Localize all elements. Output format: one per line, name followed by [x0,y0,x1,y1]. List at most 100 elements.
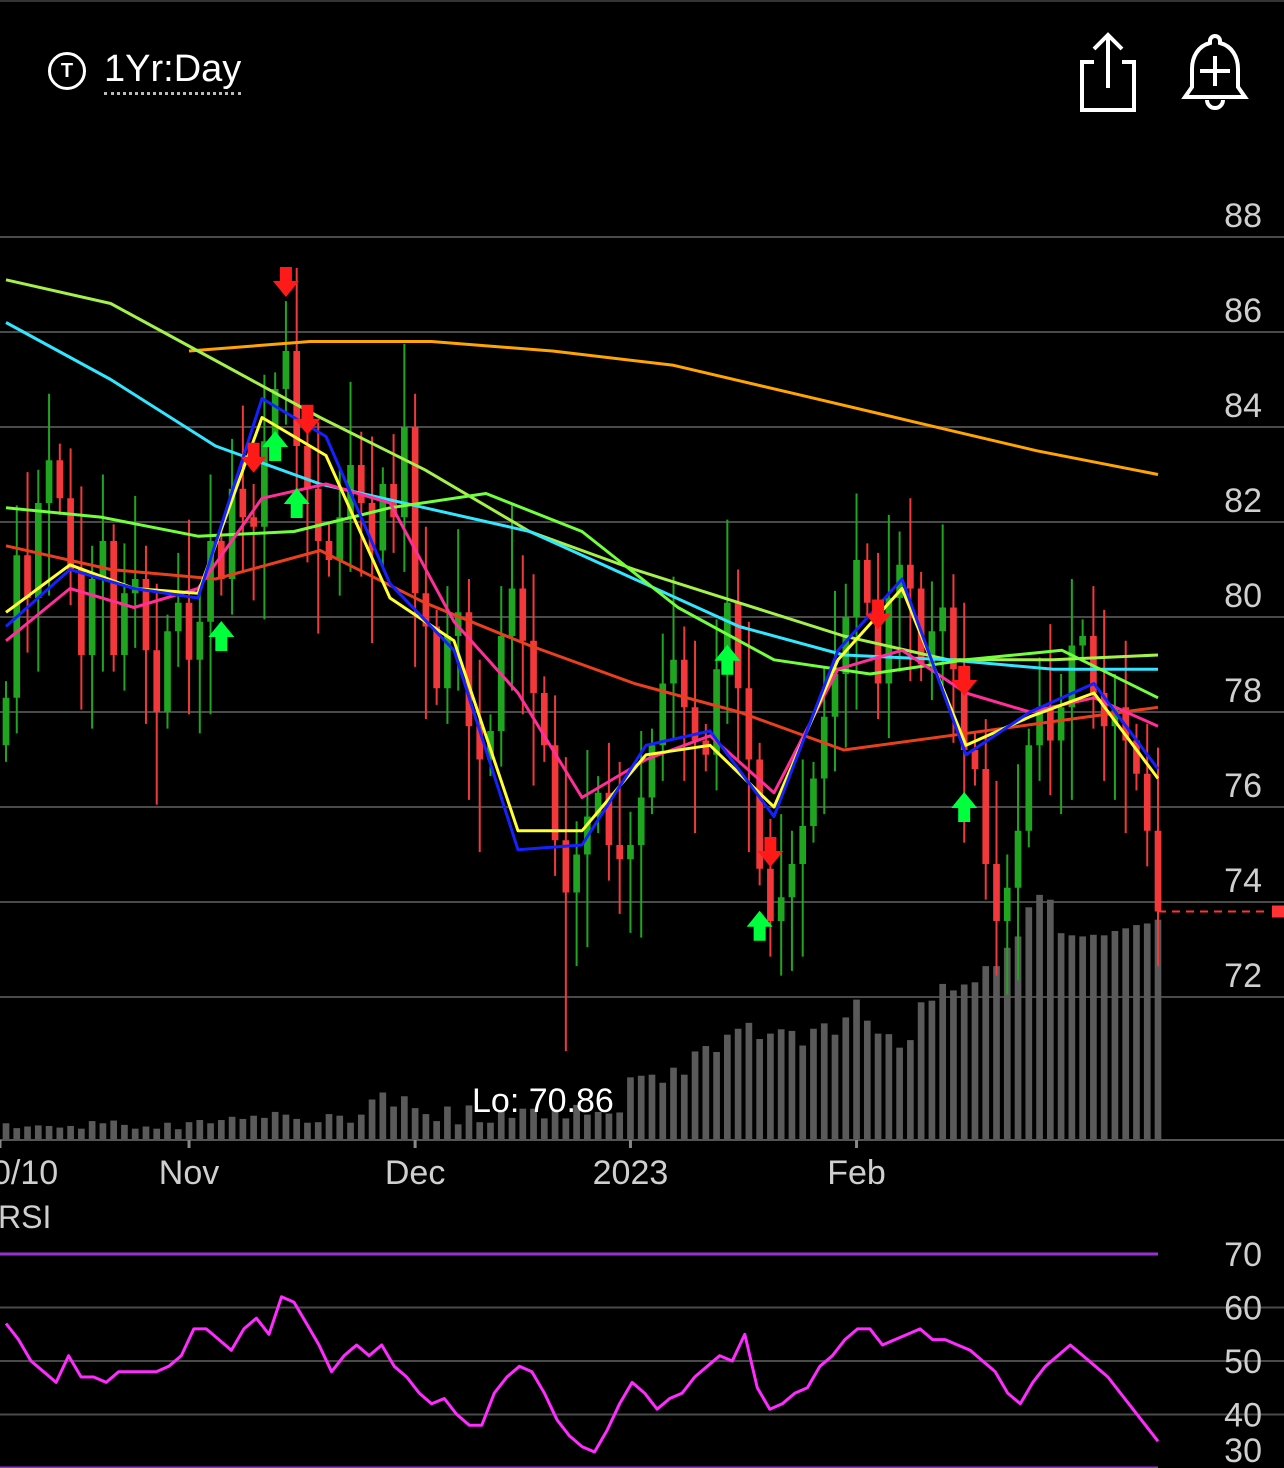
last-price-marker [1272,905,1284,918]
share-icon[interactable] [1078,32,1138,114]
volume-bar [24,1126,31,1140]
volume-bar [422,1114,430,1140]
volume-bar [1111,931,1119,1140]
candle [745,621,753,853]
rsi-tick-label: 40 [1224,1397,1262,1435]
candle [67,448,74,606]
volume-bar [691,1051,699,1140]
candle-body [88,579,96,655]
volume-bar [917,1002,925,1140]
candle [928,581,936,701]
candle [164,614,171,729]
candle-body [670,659,677,684]
candle [1143,723,1151,867]
volume-bar [239,1118,247,1140]
volume-bar [756,1039,763,1140]
volume-bar [702,1046,710,1140]
buy-signal-arrow [208,621,235,651]
candle [680,626,688,781]
candle [110,524,118,672]
candle-body [680,659,688,708]
volume-bar [939,983,947,1140]
candle [379,467,387,568]
candle-body [799,826,807,864]
price-tick-label: 72 [1224,957,1262,995]
candle-body [1057,707,1065,741]
candle-body [465,612,473,727]
volume-bar [444,1106,451,1140]
candle-body [153,650,161,712]
candle [293,267,301,501]
candle-body [164,631,171,712]
candle [648,728,656,815]
candle-body [261,441,268,527]
candle-body [971,750,979,769]
volume-bar [1046,899,1054,1140]
rsi-line [4,1295,1160,1454]
volume-bar [34,1125,42,1140]
candle [239,405,247,572]
candle-body [99,541,107,579]
candle [799,759,807,957]
volume-bar [1068,935,1076,1140]
candle-body [45,460,53,503]
volume-bar [476,1122,484,1140]
volume-bar [78,1128,85,1140]
x-tick-label: 2023 [593,1154,669,1192]
price-tick-label: 74 [1224,862,1262,900]
candle [411,393,419,667]
candle [605,742,613,881]
candle [659,633,667,781]
volume-bar [174,1129,182,1140]
candle [433,609,440,705]
buy-signal-arrow [951,792,978,822]
volume-bar [368,1099,376,1140]
volume-bar [853,999,860,1140]
candle-body [314,488,322,541]
volume-bar [379,1092,387,1140]
chart-toolbar: T 1Yr:Day [0,0,1284,132]
candle [584,750,591,948]
candle [250,484,257,601]
volume-bar [1057,933,1065,1140]
volume-bar [734,1028,742,1140]
x-axis-labels: 0/10 Nov Dec 2023 Feb [0,1140,886,1192]
volume-bar [261,1117,268,1140]
candle-body [637,797,645,845]
volume-bar [680,1074,688,1140]
volume-bar [196,1120,204,1140]
candle [1111,674,1119,800]
timeframe-selector[interactable]: T 1Yr:Day [48,48,242,95]
candle [562,757,570,1052]
volume-bar [411,1108,419,1140]
candle [121,543,128,691]
volume-bar [153,1128,161,1140]
candle [1036,657,1043,781]
rsi-grid: 70 60 50 4030 [0,1236,1284,1468]
candle-body [853,560,860,617]
volume-bar [67,1125,74,1140]
volume-bar [142,1126,150,1140]
candle [1025,728,1033,848]
candle-body [767,868,774,921]
add-alert-bell-icon[interactable] [1180,30,1250,114]
candle [540,676,548,762]
candle-body [411,427,419,594]
timeframe-label: 1Yr:Day [104,48,242,95]
candle-body [745,688,753,760]
x-tick-label: 0/10 [0,1154,58,1192]
price-tick-label: 80 [1224,577,1262,615]
candle-body [616,845,624,860]
candle-body [239,488,247,518]
candle-body [1143,773,1151,831]
volume-bar [960,984,968,1140]
candle [853,493,860,710]
candle [56,443,64,515]
candle [788,830,796,971]
candle [508,505,516,691]
stock-chart[interactable]: 8886848280787674720/10 Nov Dec 2023 FebRSI70… [0,130,1284,1468]
volume-bar [56,1127,64,1140]
volume-bar [1036,894,1043,1140]
candle [357,431,365,577]
candle-body [1154,830,1162,912]
